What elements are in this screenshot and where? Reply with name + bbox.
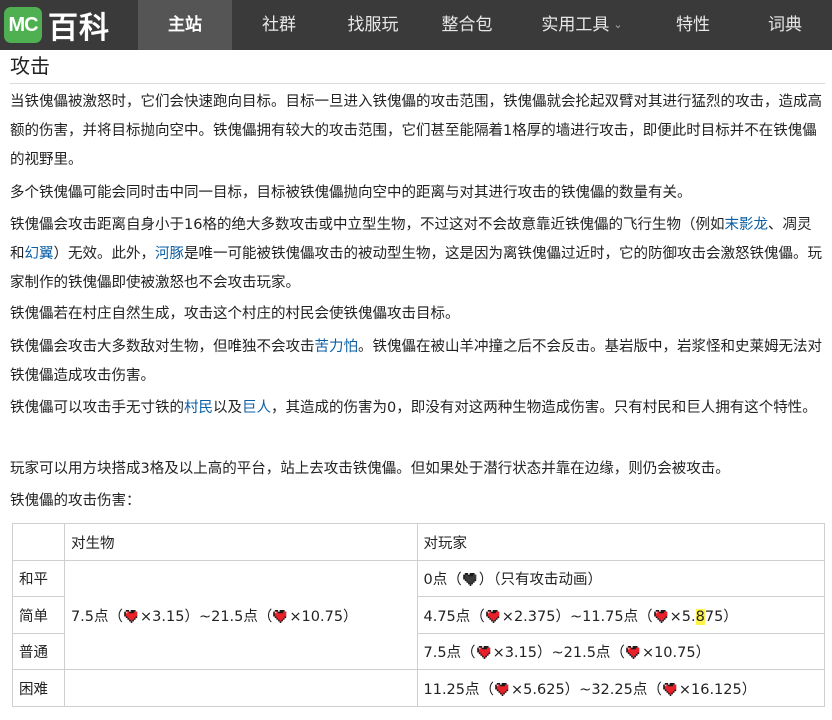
player-damage-cell: 7.5点（ ×3.15）~21.5点（ ×10.75） — [416, 633, 825, 670]
link-pufferfish[interactable]: 河豚 — [155, 246, 184, 262]
text: 7.5点（ — [423, 645, 476, 661]
link-ender-dragon[interactable]: 末影龙 — [724, 217, 768, 233]
player-damage-cell: 11.25点（ ×5.625）~32.25点（ ×16.125） — [416, 669, 825, 707]
text: ×3.15）~21.5点（ — [140, 608, 273, 625]
text: ×2.375）~11.75点（ — [501, 608, 653, 625]
difficulty-label: 普通 — [12, 633, 65, 670]
header-player: 对玩家 — [416, 523, 825, 561]
heart-icon — [477, 646, 492, 659]
link-phantom[interactable]: 幻翼 — [25, 246, 54, 262]
difficulty-label: 困难 — [12, 669, 65, 707]
highlighted-text: 8 — [695, 608, 705, 625]
nav-item-main[interactable]: 主站 — [138, 0, 232, 50]
text: 11.25点（ — [423, 681, 495, 698]
text: 0点（ — [423, 572, 462, 588]
paragraph-6: 铁傀儡可以攻击手无寸铁的村民以及巨人，其造成的伤害为0，即没有对这两种生物造成伤… — [10, 394, 822, 423]
logo-badge: MC — [4, 7, 42, 43]
heart-icon — [486, 610, 501, 623]
nav-item-tools-label: 实用工具 — [541, 15, 610, 35]
paragraph-5: 铁傀儡会攻击大多数敌对生物，但唯独不会攻击苦力怕。铁傀儡在被山羊冲撞之后不会反击… — [10, 333, 822, 391]
nav-item-tools[interactable]: 实用工具 ⌄ — [520, 0, 644, 50]
heart-icon — [124, 610, 139, 623]
table-header-row: 对生物 对玩家 — [12, 523, 825, 561]
player-damage-cell: 4.75点（ ×2.375）~11.75点（ ×5.875） — [416, 596, 825, 634]
difficulty-label: 和平 — [12, 560, 65, 597]
text: 75） — [704, 608, 738, 625]
text: ×16.125） — [678, 681, 757, 698]
site-logo[interactable]: MC 百科 — [4, 7, 110, 46]
difficulty-label: 简单 — [12, 596, 65, 634]
table-row-hard: 困难 11.25点（ ×5.625）~32.25点（ ×16.125） — [12, 669, 825, 707]
nav-item-features[interactable]: 特性 — [646, 0, 740, 50]
nav-item-community[interactable]: 社群 — [232, 0, 326, 50]
text: 4.75点（ — [423, 608, 485, 625]
text: ）（只有攻击动画） — [478, 572, 602, 588]
heart-icon — [273, 610, 288, 623]
paragraph-1: 当铁傀儡被激怒时，它们会快速跑向目标。目标一旦进入铁傀儡的攻击范围，铁傀儡就会抡… — [10, 94, 822, 168]
heart-icon — [663, 683, 678, 696]
text: ×10.75） — [641, 645, 711, 661]
nav-item-modpacks[interactable]: 整合包 — [420, 0, 514, 50]
nav-item-dictionary[interactable]: 词典 — [738, 0, 832, 50]
text: 铁傀儡会攻击大多数敌对生物，但唯独不会攻击 — [10, 339, 315, 355]
link-creeper[interactable]: 苦力怕 — [315, 339, 359, 355]
header-mob: 对生物 — [63, 523, 418, 561]
heart-icon — [626, 646, 641, 659]
table-corner-cell — [12, 523, 65, 561]
link-villager[interactable]: 村民 — [184, 400, 213, 416]
mob-damage-cell: 7.5点（ ×3.15）~21.5点（ ×10.75） — [63, 560, 418, 670]
text: ）无效。此外， — [53, 246, 156, 262]
text: 7.5点（ — [70, 608, 124, 625]
player-damage-cell: 0点（ ）（只有攻击动画） — [416, 560, 825, 597]
heart-icon — [654, 610, 669, 623]
paragraph-7: 玩家可以用方块搭成3格及以上高的平台，站上去攻击铁傀儡。但如果处于潜行状态并靠在… — [10, 461, 730, 477]
logo-text: 百科 — [48, 11, 110, 46]
nav-item-find-server[interactable]: 找服玩 — [326, 0, 420, 50]
damage-table: 对生物 对玩家 和平 7.5点（ ×3.15）~21.5点（ ×10.75） 0点（… — [12, 523, 825, 707]
heart-icon — [495, 683, 510, 696]
text: ×3.15）~21.5点（ — [492, 645, 625, 661]
paragraph-3: 铁傀儡会攻击距离自身小于16格的绝大多数攻击或中立型生物，不过这对不会故意靠近铁… — [10, 211, 822, 298]
section-title: 攻击 — [10, 54, 50, 78]
chevron-down-icon: ⌄ — [613, 18, 623, 31]
mob-damage-cell-empty — [63, 669, 418, 707]
paragraph-8: 铁傀儡的攻击伤害： — [10, 493, 141, 509]
heading-divider — [10, 83, 825, 84]
text: 铁傀儡会攻击距离自身小于16格的绝大多数攻击或中立型生物，不过这对不会故意靠近铁… — [10, 217, 725, 233]
text: ×10.75） — [289, 608, 358, 625]
empty-heart-icon — [463, 573, 478, 586]
paragraph-2: 多个铁傀儡可能会同时击中同一目标，目标被铁傀儡抛向空中的距离与对其进行攻击的铁傀… — [10, 185, 692, 201]
paragraph-4: 铁傀儡若在村庄自然生成，攻击这个村庄的村民会使铁傀儡攻击目标。 — [10, 306, 460, 322]
text: ，其造成的伤害为0，即没有对这两种生物造成伤害。只有村民和巨人拥有这个特性。 — [271, 400, 817, 416]
text: ×5. — [669, 608, 696, 625]
table-row-peaceful: 和平 7.5点（ ×3.15）~21.5点（ ×10.75） 0点（ ）（只有攻击动画… — [12, 560, 825, 670]
text: 以及 — [213, 400, 242, 416]
link-giant[interactable]: 巨人 — [242, 400, 271, 416]
text: 铁傀儡可以攻击手无寸铁的 — [10, 400, 184, 416]
text: ×5.625）~32.25点（ — [511, 681, 662, 698]
top-nav: MC 百科 主站 社群 找服玩 整合包 实用工具 ⌄ 特性 词典 — [0, 0, 832, 50]
